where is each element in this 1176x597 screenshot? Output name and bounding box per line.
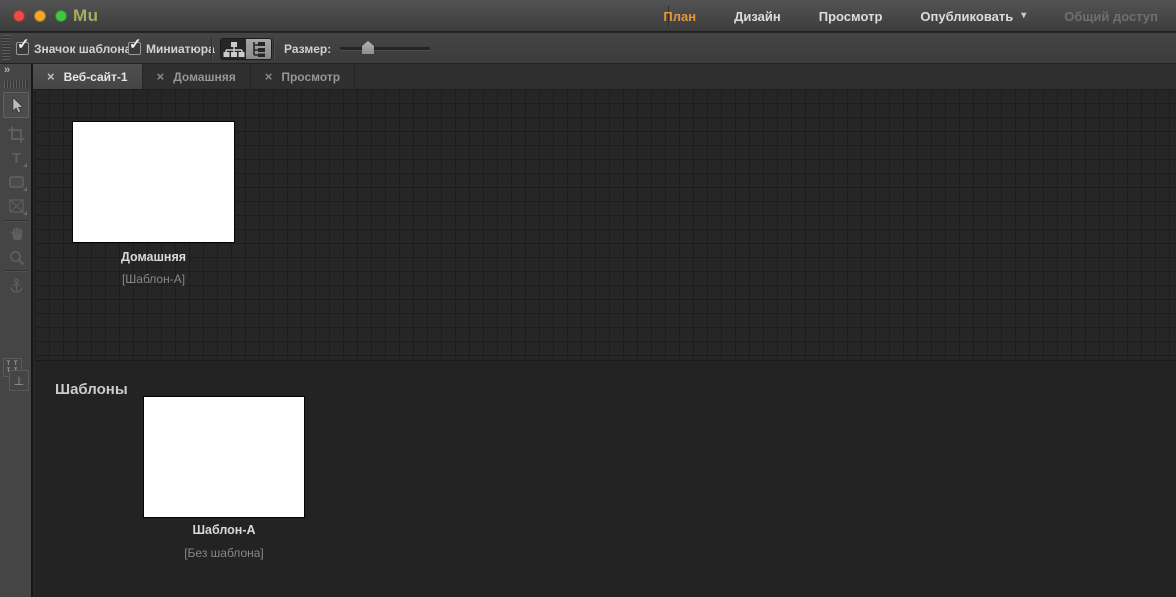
app-logo: Mu: [73, 6, 99, 26]
tab-label: Просмотр: [281, 70, 340, 84]
sidebar-grip[interactable]: [4, 81, 28, 88]
window-close-button[interactable]: [13, 10, 25, 22]
tool-zoom[interactable]: [0, 246, 33, 270]
sitemap-area[interactable]: Домашняя [Шаблон-А]: [35, 89, 1176, 360]
magnifier-icon: [8, 249, 26, 267]
tab-website-1[interactable]: × Веб-сайт-1: [33, 64, 143, 89]
tool-separator: [4, 220, 29, 221]
submenu-corner-icon: [23, 187, 27, 191]
templates-area[interactable]: Шаблоны Шаблон-А [Без шаблона]: [35, 360, 1176, 597]
menu-publish[interactable]: Опубликовать ▾: [920, 9, 1026, 24]
tab-home[interactable]: × Домашняя: [143, 64, 251, 89]
outline-view-button[interactable]: [246, 39, 271, 59]
sitemap-icon: [223, 41, 245, 58]
tool-rectangle[interactable]: [0, 170, 33, 194]
titlebar: Mu План Дизайн Просмотр Опубликовать ▾ О…: [0, 0, 1176, 32]
crop-icon: [7, 125, 26, 144]
window-minimize-button[interactable]: [34, 10, 46, 22]
view-toggle-group: [220, 38, 272, 60]
page-title[interactable]: Домашняя: [73, 250, 234, 264]
page-thumbnail-template-a[interactable]: [144, 397, 304, 517]
tool-hand[interactable]: [0, 222, 33, 246]
mode-menubar: План Дизайн Просмотр Опубликовать ▾ Общи…: [663, 0, 1158, 32]
size-slider-label: Размер:: [284, 42, 331, 56]
tool-selection[interactable]: [3, 92, 29, 118]
toolbar-grip[interactable]: [2, 35, 10, 61]
document-tabbar: × Веб-сайт-1 × Домашняя × Просмотр: [33, 64, 1176, 89]
options-bar: ✓ Значок шаблона ✓ Миниатюра: [0, 33, 1176, 64]
sitemap-view-button[interactable]: [221, 39, 246, 59]
anchor-icon: [8, 278, 25, 295]
tab-preview[interactable]: × Просмотр: [251, 64, 355, 89]
submenu-corner-icon: [23, 163, 27, 167]
page-template-name: [Шаблон-А]: [73, 272, 234, 286]
selection-arrow-icon: [6, 95, 26, 115]
tt-icon-row: T T: [7, 361, 19, 368]
tool-anchor[interactable]: [0, 274, 33, 298]
thumbnail-checkbox[interactable]: ✓: [128, 42, 141, 55]
size-slider[interactable]: [340, 47, 430, 50]
menu-share[interactable]: Общий доступ: [1064, 9, 1158, 24]
template-badge-checkbox[interactable]: ✓: [16, 42, 29, 55]
outline-icon: [250, 41, 268, 57]
tool-crop[interactable]: [0, 122, 33, 146]
tab-label: Домашняя: [173, 70, 236, 84]
chevron-down-icon: ▾: [1021, 11, 1026, 21]
options-divider: [273, 37, 274, 60]
submenu-corner-icon: [23, 211, 27, 215]
menu-design[interactable]: Дизайн: [734, 9, 781, 24]
plan-canvas: Домашняя [Шаблон-А] Шаблоны Шаблон-А [Бе…: [35, 89, 1176, 597]
tool-text[interactable]: T: [0, 146, 33, 170]
thumbnail-checkbox-label[interactable]: Миниатюра: [146, 42, 215, 56]
baseline-icon: ⊥: [14, 374, 24, 388]
close-icon[interactable]: ×: [47, 70, 55, 83]
panel-expand-icon[interactable]: »: [4, 64, 10, 76]
size-slider-thumb[interactable]: [362, 41, 374, 54]
tool-rectangle-frame[interactable]: [0, 194, 33, 218]
tool-sidebar: » T: [0, 64, 33, 597]
template-badge-checkbox-label[interactable]: Значок шаблона: [34, 42, 131, 56]
options-divider: [211, 37, 212, 60]
tool-baseline-shift[interactable]: ⊥: [9, 370, 29, 391]
hand-icon: [8, 225, 26, 243]
window-zoom-button[interactable]: [55, 10, 67, 22]
muse-window: Mu План Дизайн Просмотр Опубликовать ▾ О…: [0, 0, 1176, 597]
templates-section-header: Шаблоны: [55, 381, 128, 398]
template-parent-name: [Без шаблона]: [144, 546, 304, 560]
template-title[interactable]: Шаблон-А: [144, 523, 304, 537]
close-icon[interactable]: ×: [157, 70, 165, 83]
menu-publish-label: Опубликовать: [920, 9, 1013, 24]
text-tool-icon: T: [12, 150, 21, 167]
menu-plan[interactable]: План: [663, 9, 696, 24]
check-icon: ✓: [17, 37, 30, 52]
page-thumbnail-home[interactable]: [73, 122, 234, 242]
check-icon: ✓: [129, 37, 142, 52]
close-icon[interactable]: ×: [265, 70, 273, 83]
tool-separator: [4, 270, 29, 271]
menu-preview[interactable]: Просмотр: [819, 9, 883, 24]
tab-label: Веб-сайт-1: [64, 70, 128, 84]
